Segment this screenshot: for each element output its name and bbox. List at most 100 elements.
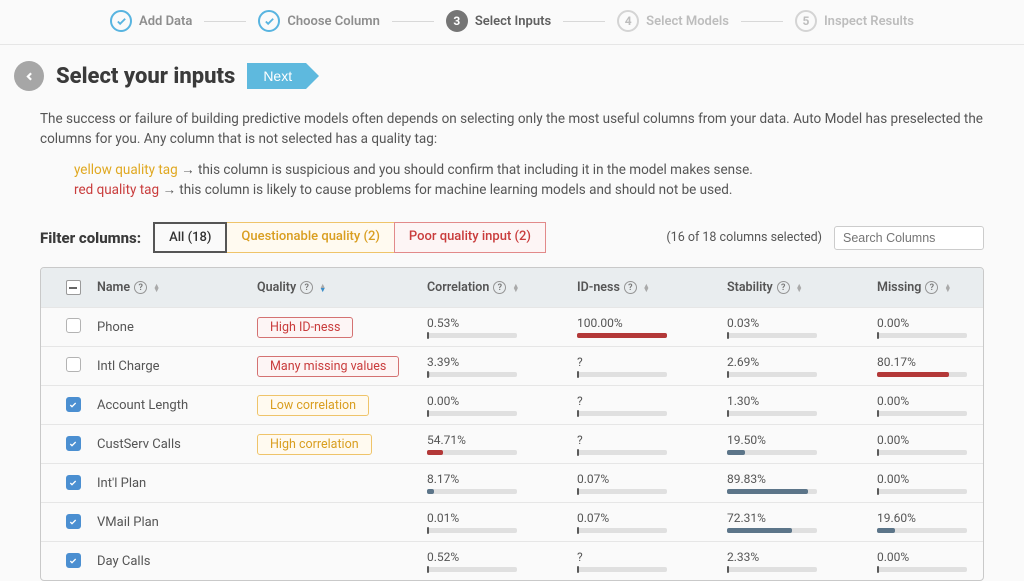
metric-stability: 1.30% <box>727 394 877 416</box>
tab-poor[interactable]: Poor quality input (2) <box>394 222 546 253</box>
help-icon[interactable]: ? <box>300 281 313 294</box>
check-icon <box>68 479 78 487</box>
metric-missing: 0.00% <box>877 472 984 494</box>
metric-idness: ? <box>577 433 727 455</box>
row-checkbox[interactable] <box>66 514 81 529</box>
column-name: Day Calls <box>97 554 257 569</box>
metric-missing: 0.00% <box>877 550 984 572</box>
check-icon <box>68 440 78 448</box>
step-1[interactable]: Add Data <box>110 10 192 32</box>
metric-correlation: 0.00% <box>427 394 577 416</box>
col-name[interactable]: Name ? ▲▼ <box>97 280 257 295</box>
metric-missing: 0.00% <box>877 394 984 416</box>
back-button[interactable] <box>14 61 44 91</box>
search-input[interactable] <box>843 231 1004 245</box>
table-row: Int'l Plan 8.17%0.07%89.83%0.00% <box>41 463 983 502</box>
metric-idness: ? <box>577 550 727 572</box>
quality-pill: Low correlation <box>257 395 369 416</box>
row-checkbox[interactable] <box>66 475 81 490</box>
sort-icon[interactable]: ▲▼ <box>512 284 519 292</box>
step-4: 4Select Models <box>617 10 729 32</box>
column-name: Account Length <box>97 398 257 413</box>
table-row: PhoneHigh ID-ness 0.53%100.00%0.03%0.00% <box>41 307 983 346</box>
header-checkbox[interactable] <box>66 280 81 295</box>
selected-count: (16 of 18 columns selected) <box>666 230 822 245</box>
next-button[interactable]: Next <box>247 63 306 89</box>
row-checkbox[interactable] <box>66 436 81 451</box>
check-icon <box>68 401 78 409</box>
metric-missing: 80.17% <box>877 355 984 377</box>
sort-icon[interactable]: ▲▼ <box>796 284 803 292</box>
check-icon <box>68 518 78 526</box>
col-missing[interactable]: Missing ? ▲▼ <box>877 280 984 295</box>
row-checkbox[interactable] <box>66 318 81 333</box>
help-icon[interactable]: ? <box>777 281 790 294</box>
metric-correlation: 54.71% <box>427 433 577 455</box>
metric-stability: 2.69% <box>727 355 877 377</box>
sort-icon[interactable]: ▲▼ <box>153 284 160 292</box>
filter-label: Filter columns: <box>40 229 141 247</box>
search-input-wrap[interactable] <box>834 226 984 250</box>
column-name: VMail Plan <box>97 515 257 530</box>
column-name: Phone <box>97 320 257 335</box>
intro-main: The success or failure of building predi… <box>40 109 984 150</box>
table-row: Account LengthLow correlation 0.00%?1.30%… <box>41 385 983 424</box>
metric-idness: 0.07% <box>577 511 727 533</box>
filter-tabs: All (18) Questionable quality (2) Poor q… <box>153 222 546 253</box>
col-correlation[interactable]: Correlation ? ▲▼ <box>427 280 577 295</box>
column-name: CustServ Calls <box>97 437 257 452</box>
wizard-stepper: Add Data Choose Column 3Select Inputs 4Sele… <box>0 0 1024 45</box>
metric-missing: 0.00% <box>877 433 984 455</box>
metric-missing: 0.00% <box>877 316 984 338</box>
chevron-left-icon <box>23 70 36 83</box>
metric-stability: 89.83% <box>727 472 877 494</box>
quality-pill: High correlation <box>257 434 372 455</box>
help-icon[interactable]: ? <box>624 281 637 294</box>
metric-missing: 19.60% <box>877 511 984 533</box>
help-icon[interactable]: ? <box>925 281 938 294</box>
step-5: 5Inspect Results <box>795 10 914 32</box>
check-icon <box>116 16 127 27</box>
metric-stability: 72.31% <box>727 511 877 533</box>
sort-icon[interactable]: ▲▼ <box>944 284 951 292</box>
metric-idness: 100.00% <box>577 316 727 338</box>
help-icon[interactable]: ? <box>493 281 506 294</box>
table-row: Intl ChargeMany missing values3.39%?2.69… <box>41 346 983 385</box>
metric-idness: ? <box>577 355 727 377</box>
table-header: Name ? ▲▼ Quality ? ▲▼ Correlation ? ▲▼ … <box>41 268 983 307</box>
metric-correlation: 8.17% <box>427 472 577 494</box>
metric-stability: 19.50% <box>727 433 877 455</box>
table-row: VMail Plan 0.01%0.07%72.31%19.60% <box>41 502 983 541</box>
tab-all[interactable]: All (18) <box>153 222 227 253</box>
quality-pill: High ID-ness <box>257 317 353 338</box>
quality-pill: Many missing values <box>257 356 399 377</box>
column-name: Int'l Plan <box>97 476 257 491</box>
check-icon <box>68 557 78 565</box>
col-quality[interactable]: Quality ? ▲▼ <box>257 280 427 295</box>
metric-stability: 0.03% <box>727 316 877 338</box>
row-checkbox[interactable] <box>66 397 81 412</box>
yellow-tag-label: yellow quality tag <box>74 162 178 178</box>
step-3[interactable]: 3Select Inputs <box>446 10 551 32</box>
metric-idness: 0.07% <box>577 472 727 494</box>
tab-questionable[interactable]: Questionable quality (2) <box>226 222 395 253</box>
step-2[interactable]: Choose Column <box>258 10 379 32</box>
row-checkbox[interactable] <box>66 357 81 372</box>
sort-icon[interactable]: ▲▼ <box>643 284 650 292</box>
metric-correlation: 3.39% <box>427 355 577 377</box>
metric-correlation: 0.01% <box>427 511 577 533</box>
sort-icon[interactable]: ▲▼ <box>319 284 326 292</box>
check-icon <box>264 16 275 27</box>
metric-idness: ? <box>577 394 727 416</box>
metric-stability: 2.33% <box>727 550 877 572</box>
col-idness[interactable]: ID-ness ? ▲▼ <box>577 280 727 295</box>
metric-correlation: 0.52% <box>427 550 577 572</box>
table-row: Day Calls 0.52%?2.33%0.00% <box>41 541 983 580</box>
metric-correlation: 0.53% <box>427 316 577 338</box>
col-stability[interactable]: Stability ? ▲▼ <box>727 280 877 295</box>
help-icon[interactable]: ? <box>134 281 147 294</box>
page-title: Select your inputs <box>56 64 235 89</box>
red-tag-label: red quality tag <box>74 182 159 198</box>
row-checkbox[interactable] <box>66 553 81 568</box>
columns-table: Name ? ▲▼ Quality ? ▲▼ Correlation ? ▲▼ … <box>40 267 984 581</box>
